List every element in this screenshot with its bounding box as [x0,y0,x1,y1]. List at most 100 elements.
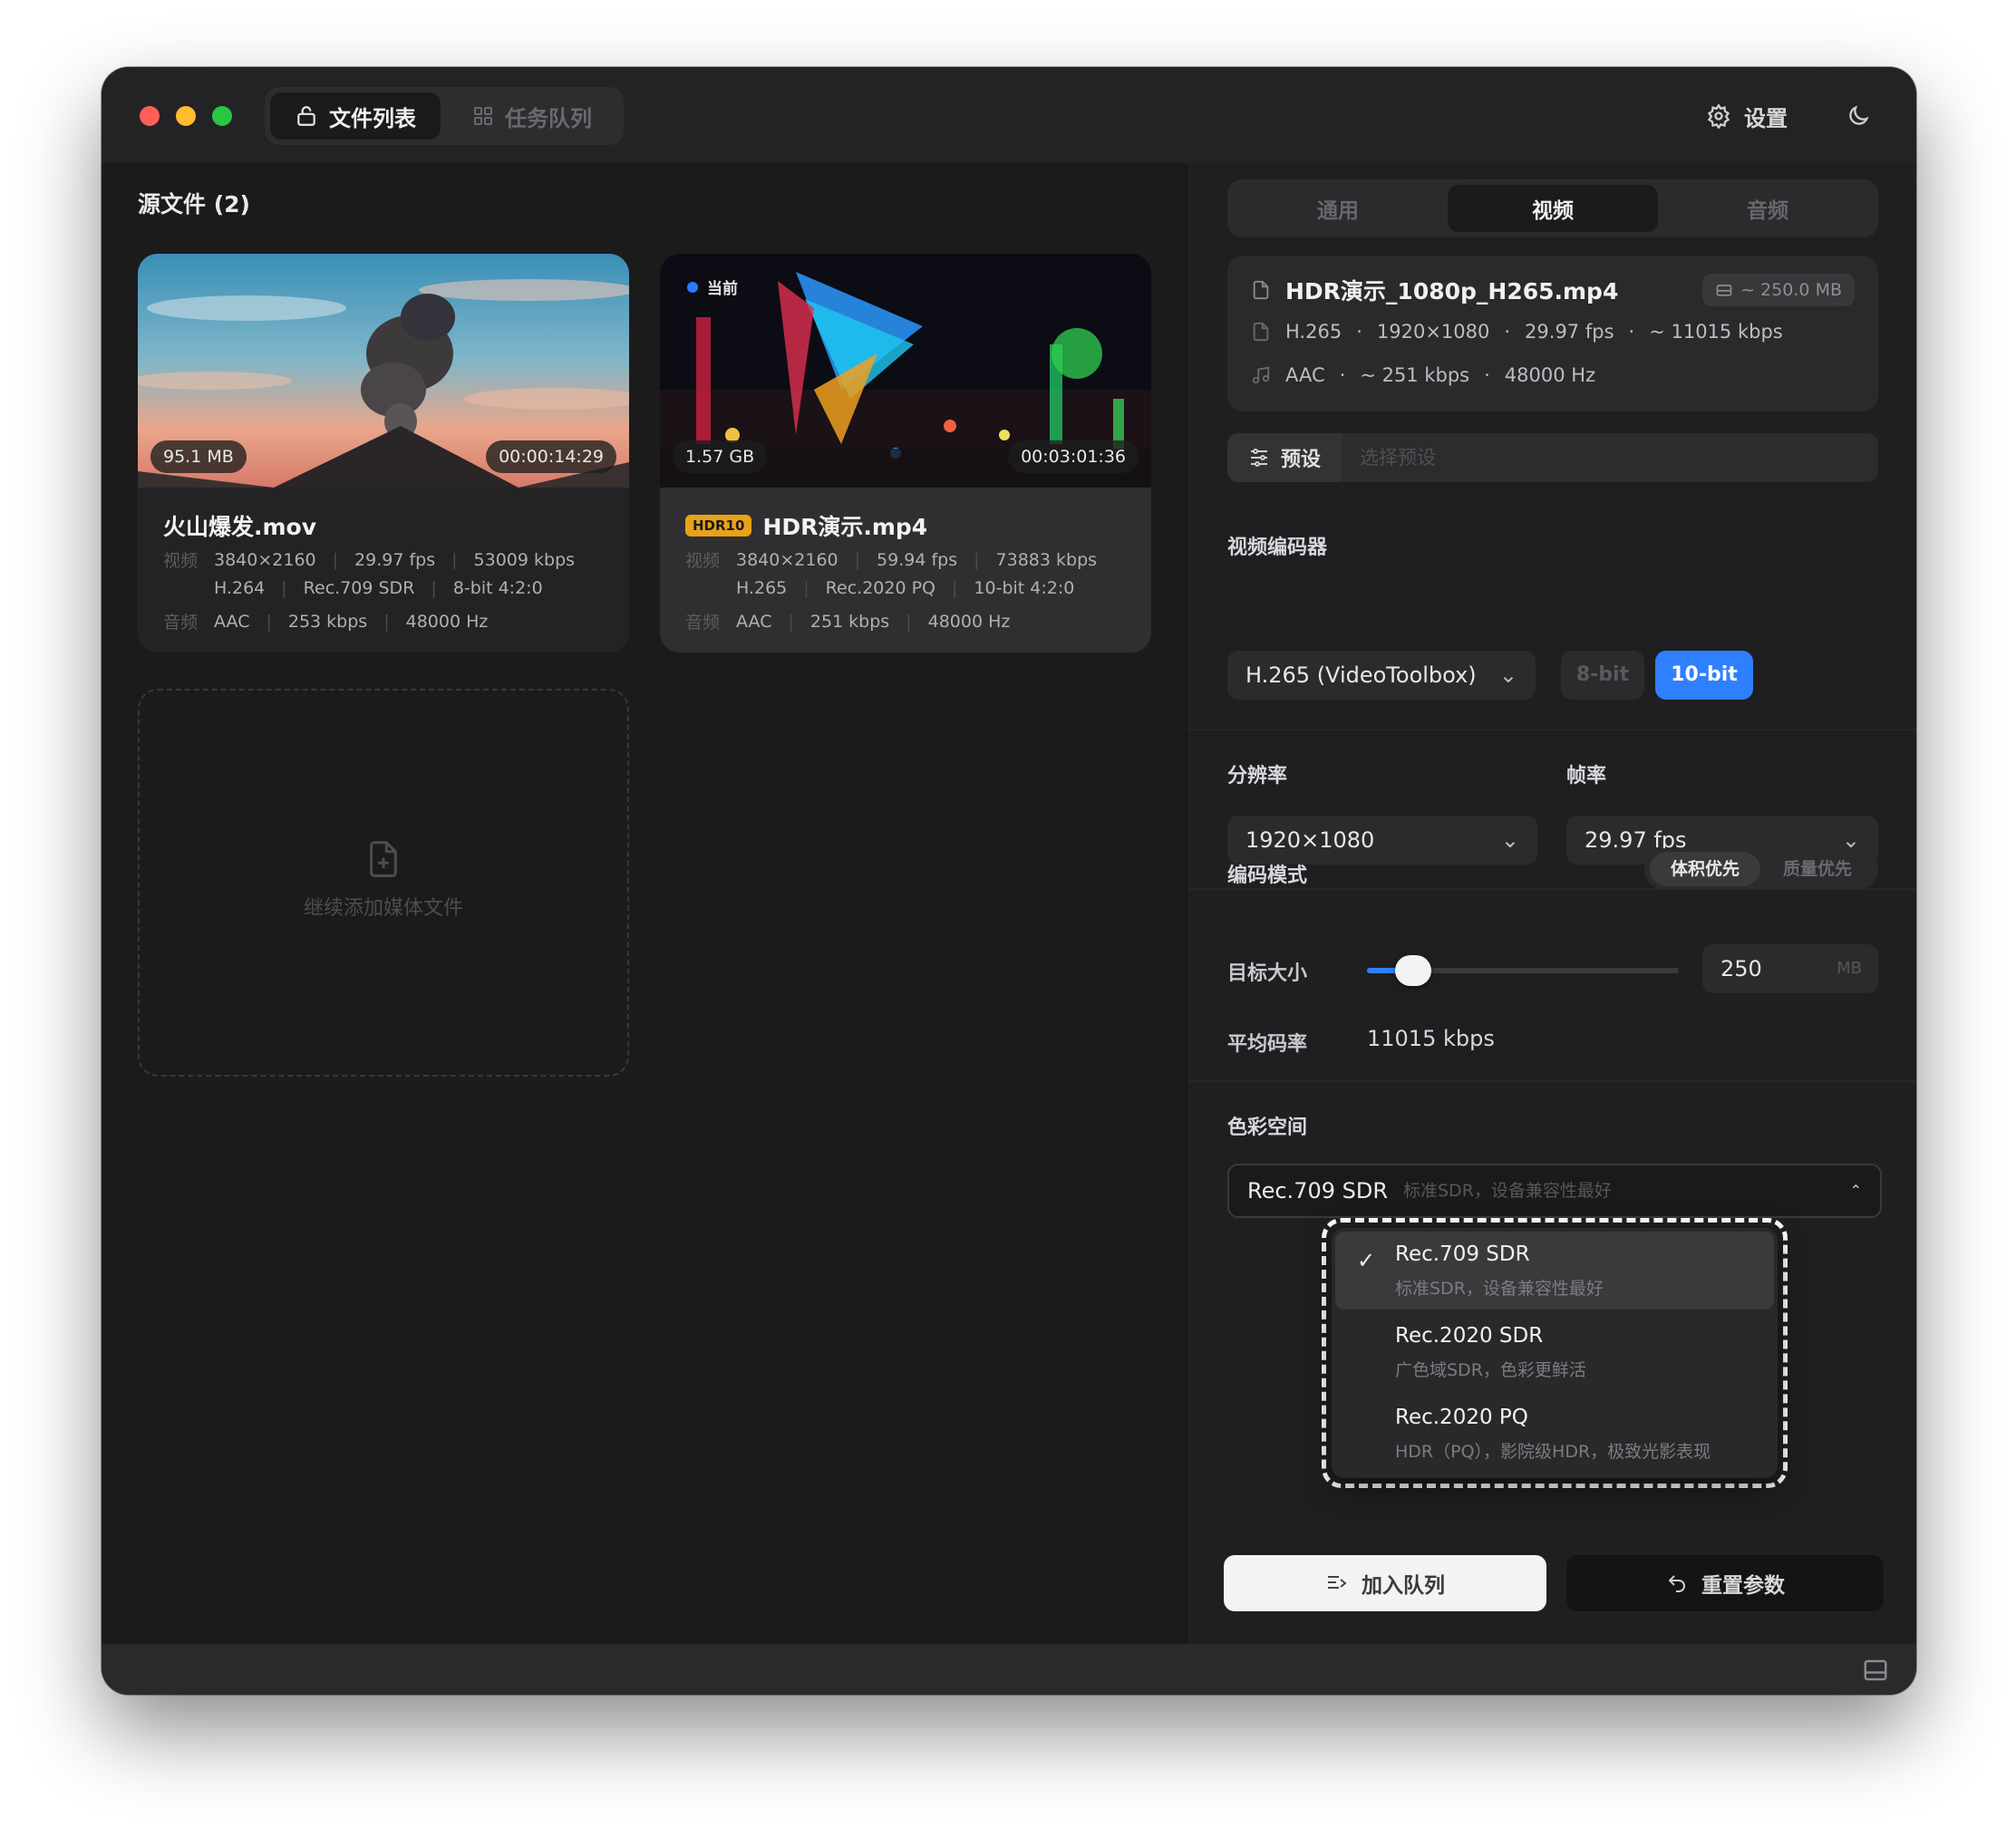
colorspace-option-rec709-sdr[interactable]: ✓ Rec.709 SDR 标准SDR，设备兼容性最好 [1335,1232,1774,1310]
option-title: Rec.2020 PQ [1395,1406,1528,1429]
preset-selector[interactable]: 预设 选择预设 [1227,433,1878,482]
tab-video[interactable]: 视频 [1448,185,1658,232]
video-encoder-select[interactable]: H.265 (VideoToolbox) ⌄ [1227,651,1536,700]
bitrate-value: 53009 kbps [473,549,576,570]
duration-badge: 00:03:01:36 [1008,440,1139,473]
colorspace-option-rec2020-pq[interactable]: Rec.2020 PQ HDR（PQ），影院级HDR，极致光影表现 [1335,1395,1774,1473]
moon-icon [1849,105,1869,125]
audio-rate-value: 48000 Hz [927,611,1011,632]
checkmark-icon: ✓ [1357,1248,1376,1273]
framerate-title: 帧率 [1566,765,1607,788]
codec-meta-row: H.265 | Rec.2020 PQ | 10-bit 4:2:0 [736,578,1075,598]
color-value: Rec.2020 PQ [825,578,936,598]
chevron-down-icon: ⌄ [1500,827,1519,853]
add-file-icon [370,841,397,877]
output-file-info: HDR演示_1080p_H265.mp4 ~ 250.0 MB H.265 · … [1227,256,1878,411]
target-size-input[interactable]: 250 MB [1702,944,1878,993]
depth-value: 8-bit 4:2:0 [452,578,543,598]
video-encoder-title: 视频编码器 [1227,536,1328,559]
tab-general[interactable]: 通用 [1233,185,1443,232]
reset-params-button[interactable]: 重置参数 [1566,1555,1884,1611]
source-file-card[interactable]: 95.1 MB 00:00:14:29 火山爆发.mov 视频 3840×216… [138,254,629,652]
codec-meta-row: H.264 | Rec.709 SDR | 8-bit 4:2:0 [214,578,543,598]
output-fps: 29.97 fps [1525,321,1614,343]
hdr10-badge: HDR10 [685,515,752,536]
colorspace-option-rec2020-sdr[interactable]: Rec.2020 SDR 广色域SDR，色彩更鲜活 [1335,1313,1774,1391]
slider-handle[interactable] [1395,955,1431,986]
output-bitrate: ~ 11015 kbps [1649,321,1783,343]
zoom-window-button[interactable] [212,106,232,126]
colorspace-title: 色彩空间 [1227,1116,1308,1139]
audio-codec-value: AAC [736,611,772,632]
add-media-dropzone[interactable]: 继续添加媒体文件 [138,689,629,1077]
target-size-label: 目标大小 [1227,962,1308,985]
disk-icon [1716,285,1732,296]
tab-file-list[interactable]: 文件列表 [270,92,441,140]
sliders-icon [1250,449,1267,467]
theme-toggle-button[interactable] [1840,98,1876,134]
bit-depth-8-button[interactable]: 8-bit [1561,651,1644,700]
folder-lock-icon [297,106,315,126]
bit-depth-10-button[interactable]: 10-bit [1655,651,1753,700]
output-audio-rate: 48000 Hz [1504,364,1596,386]
settings-button[interactable]: 设置 [1706,94,1788,138]
current-label: 当前 [707,280,738,298]
app-window: 文件列表 任务队列 设置 源文件 (2) 95.1 MB 00:00:14:29… [102,67,1916,1695]
file-icon [1253,280,1269,300]
file-name: HDR10 HDR演示.mp4 [685,509,927,542]
fps-value: 29.97 fps [354,549,436,570]
add-to-queue-button[interactable]: 加入队列 [1224,1555,1546,1611]
music-note-icon [1252,366,1270,384]
source-files-panel: 源文件 (2) 95.1 MB 00:00:14:29 火山爆发.mov 视频 … [102,163,1186,1644]
status-bar [102,1644,1916,1695]
file-name-text: 火山爆发.mov [163,514,317,540]
tab-audio[interactable]: 音频 [1662,185,1873,232]
output-audio-row: AAC · ~ 251 kbps · 48000 Hz [1251,364,1595,386]
target-size-value: 250 [1720,956,1762,981]
chevron-up-icon: ⌃ [1849,1182,1862,1199]
option-desc: 广色域SDR，色彩更鲜活 [1395,1360,1586,1380]
output-audio-codec: AAC [1285,364,1325,386]
output-audio-bitrate: ~ 251 kbps [1360,364,1470,386]
gear-icon [1707,103,1730,129]
audio-meta-row: 音频 AAC | 253 kbps | 48000 Hz [163,609,488,633]
option-desc: HDR（PQ），影院级HDR，极致光影表现 [1395,1442,1711,1462]
size-estimate-value: ~ 250.0 MB [1740,280,1842,300]
colorspace-select[interactable]: Rec.709 SDR 标准SDR，设备兼容性最好 ⌃ [1227,1164,1882,1218]
mode-size-priority[interactable]: 体积优先 [1650,852,1760,886]
option-title: Rec.2020 SDR [1395,1324,1544,1348]
view-switcher: 文件列表 任务队列 [265,87,624,145]
title-bar: 文件列表 任务队列 设置 [102,67,1916,163]
target-size-slider[interactable] [1367,955,1679,986]
resolution-select[interactable]: 1920×1080 ⌄ [1227,816,1537,865]
bitrate-value: 73883 kbps [995,549,1098,570]
audio-label: 音频 [163,613,199,633]
audio-bitrate-value: 251 kbps [809,611,890,632]
panel-toggle-icon[interactable] [1862,1657,1889,1684]
chevron-down-icon: ⌄ [1498,662,1517,688]
file-name-text: HDR演示.mp4 [762,514,928,540]
add-media-label: 继续添加媒体文件 [303,897,463,920]
option-desc: 标准SDR，设备兼容性最好 [1395,1279,1604,1299]
close-window-button[interactable] [140,106,160,126]
mode-quality-priority[interactable]: 质量优先 [1762,852,1873,886]
target-size-unit: MB [1837,959,1862,978]
current-indicator: 当前 [687,276,738,298]
source-file-card[interactable]: 当前 1.57 GB 00:03:01:36 HDR10 HDR演示.mp4 视… [660,254,1151,652]
queue-add-icon [1328,1576,1347,1589]
tab-task-queue[interactable]: 任务队列 [446,92,618,140]
divider [1187,1080,1916,1082]
avg-bitrate-label: 平均码率 [1227,1033,1308,1056]
audio-label: 音频 [685,613,721,633]
minimize-window-button[interactable] [176,106,196,126]
colorspace-select-desc: 标准SDR，设备兼容性最好 [1403,1181,1612,1201]
codec-value: H.264 [214,578,266,598]
avg-bitrate-value: 11015 kbps [1367,1026,1495,1051]
video-meta-row: 视频 3840×2160 | 59.94 fps | 73883 kbps [685,547,1097,572]
output-filename-row: HDR演示_1080p_H265.mp4 [1251,274,1618,306]
resolution-title: 分辨率 [1227,765,1288,788]
colorspace-select-value: Rec.709 SDR [1247,1178,1389,1204]
undo-icon [1668,1575,1685,1592]
colorspace-menu-highlight: ✓ Rec.709 SDR 标准SDR，设备兼容性最好 Rec.2020 SDR… [1322,1218,1788,1488]
settings-panel: 通用 视频 音频 HDR演示_1080p_H265.mp4 ~ 250.0 MB… [1186,163,1916,1644]
